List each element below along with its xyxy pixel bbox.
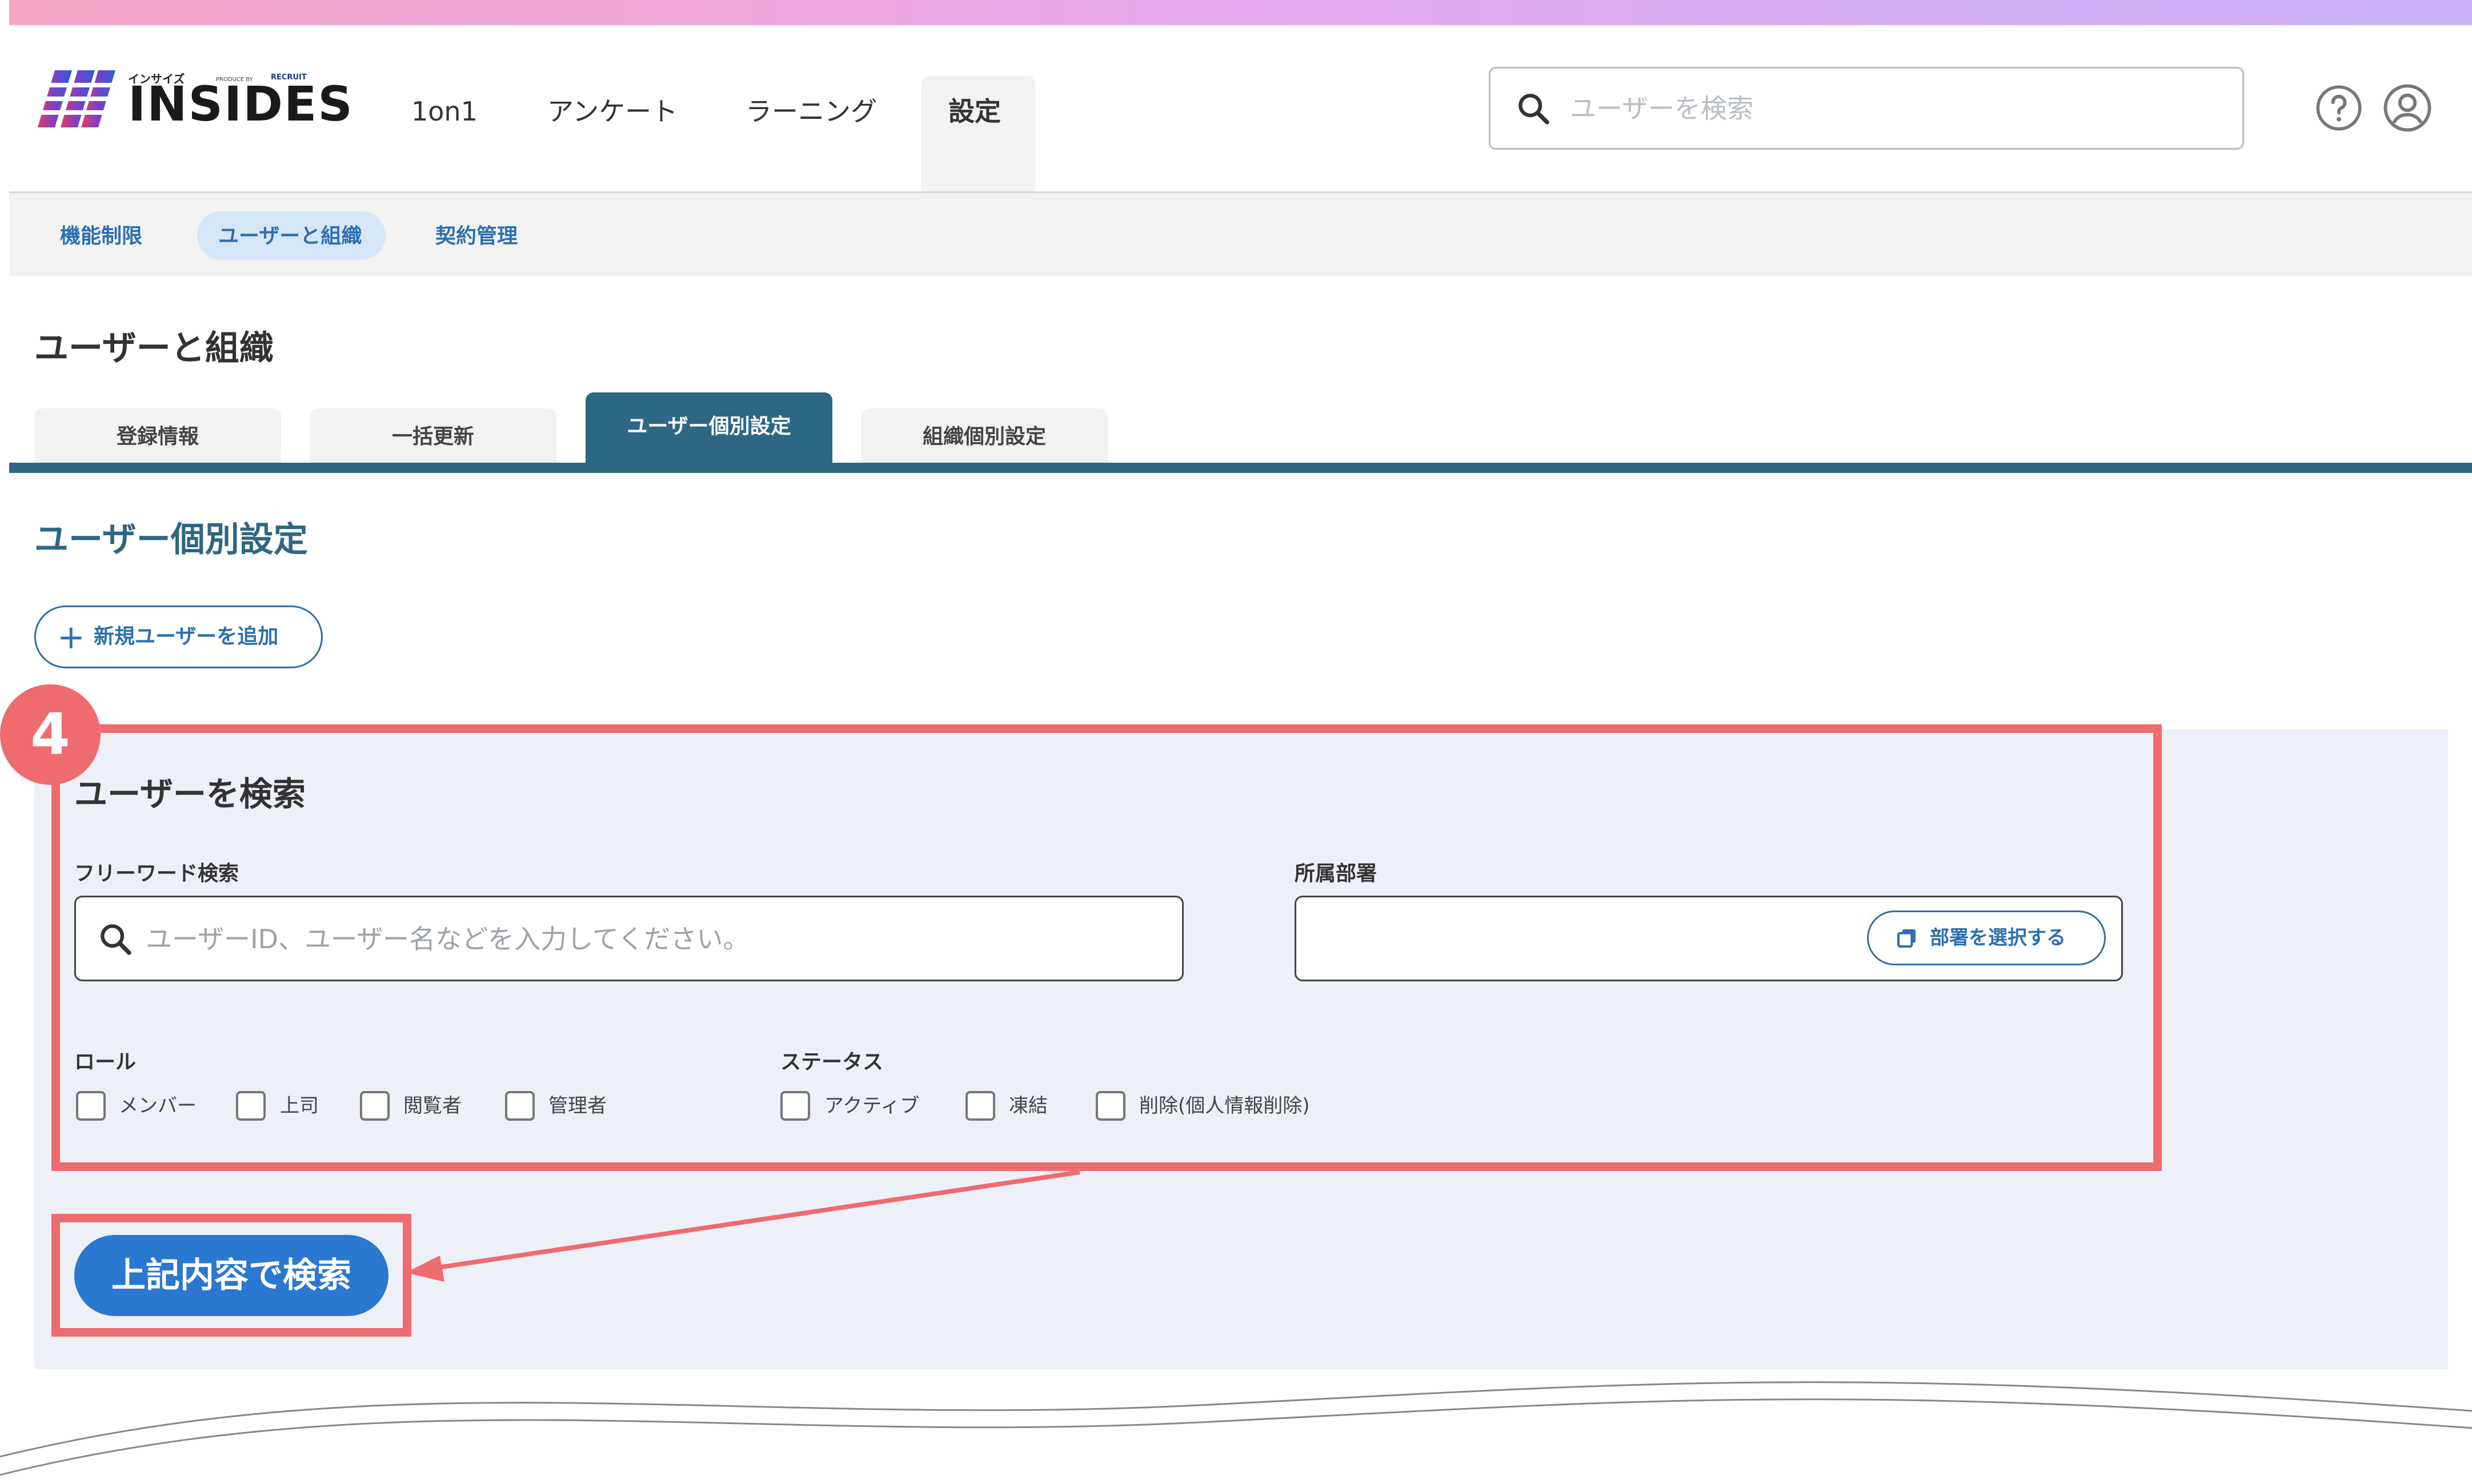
page-break-wave — [0, 1381, 2472, 1484]
search-submit-button[interactable]: 上記内容で検索 — [74, 1235, 388, 1316]
step-badge: 4 — [0, 684, 101, 785]
top-gradient-bar — [9, 0, 2472, 25]
tab-underline — [9, 463, 2472, 473]
nav-item-survey[interactable]: アンケート — [547, 91, 678, 131]
subnav-item-feature-limits[interactable]: 機能制限 — [60, 216, 142, 257]
add-user-label: 新規ユーザーを追加 — [94, 625, 279, 648]
help-circle-icon[interactable] — [2315, 84, 2363, 132]
subnav-item-users-org[interactable]: ユーザーと組織 — [218, 216, 362, 257]
tab-registration-info[interactable]: 登録情報 — [34, 408, 281, 463]
tab-user-individual[interactable]: ユーザー個別設定 — [586, 392, 832, 463]
tab-org-individual[interactable]: 組織個別設定 — [861, 408, 1108, 463]
highlight-frame — [51, 724, 2162, 1171]
section-title: ユーザー個別設定 — [34, 520, 308, 560]
logo-text: INSIDES — [128, 76, 354, 132]
nav-item-learning[interactable]: ラーニング — [746, 91, 877, 131]
subnav-item-contract[interactable]: 契約管理 — [435, 216, 518, 257]
tab-bulk-update[interactable]: 一括更新 — [310, 408, 556, 463]
nav-item-1on1[interactable]: 1on1 — [411, 91, 478, 131]
insides-logo-icon — [38, 70, 115, 127]
user-circle-icon[interactable] — [2382, 83, 2433, 133]
plus-icon: + — [57, 617, 85, 656]
user-search-placeholder: ユーザーを検索 — [1570, 93, 1754, 124]
search-icon — [1519, 94, 1549, 125]
nav-item-settings[interactable]: 設定 — [948, 91, 1001, 131]
page-title: ユーザーと組織 — [34, 328, 274, 368]
